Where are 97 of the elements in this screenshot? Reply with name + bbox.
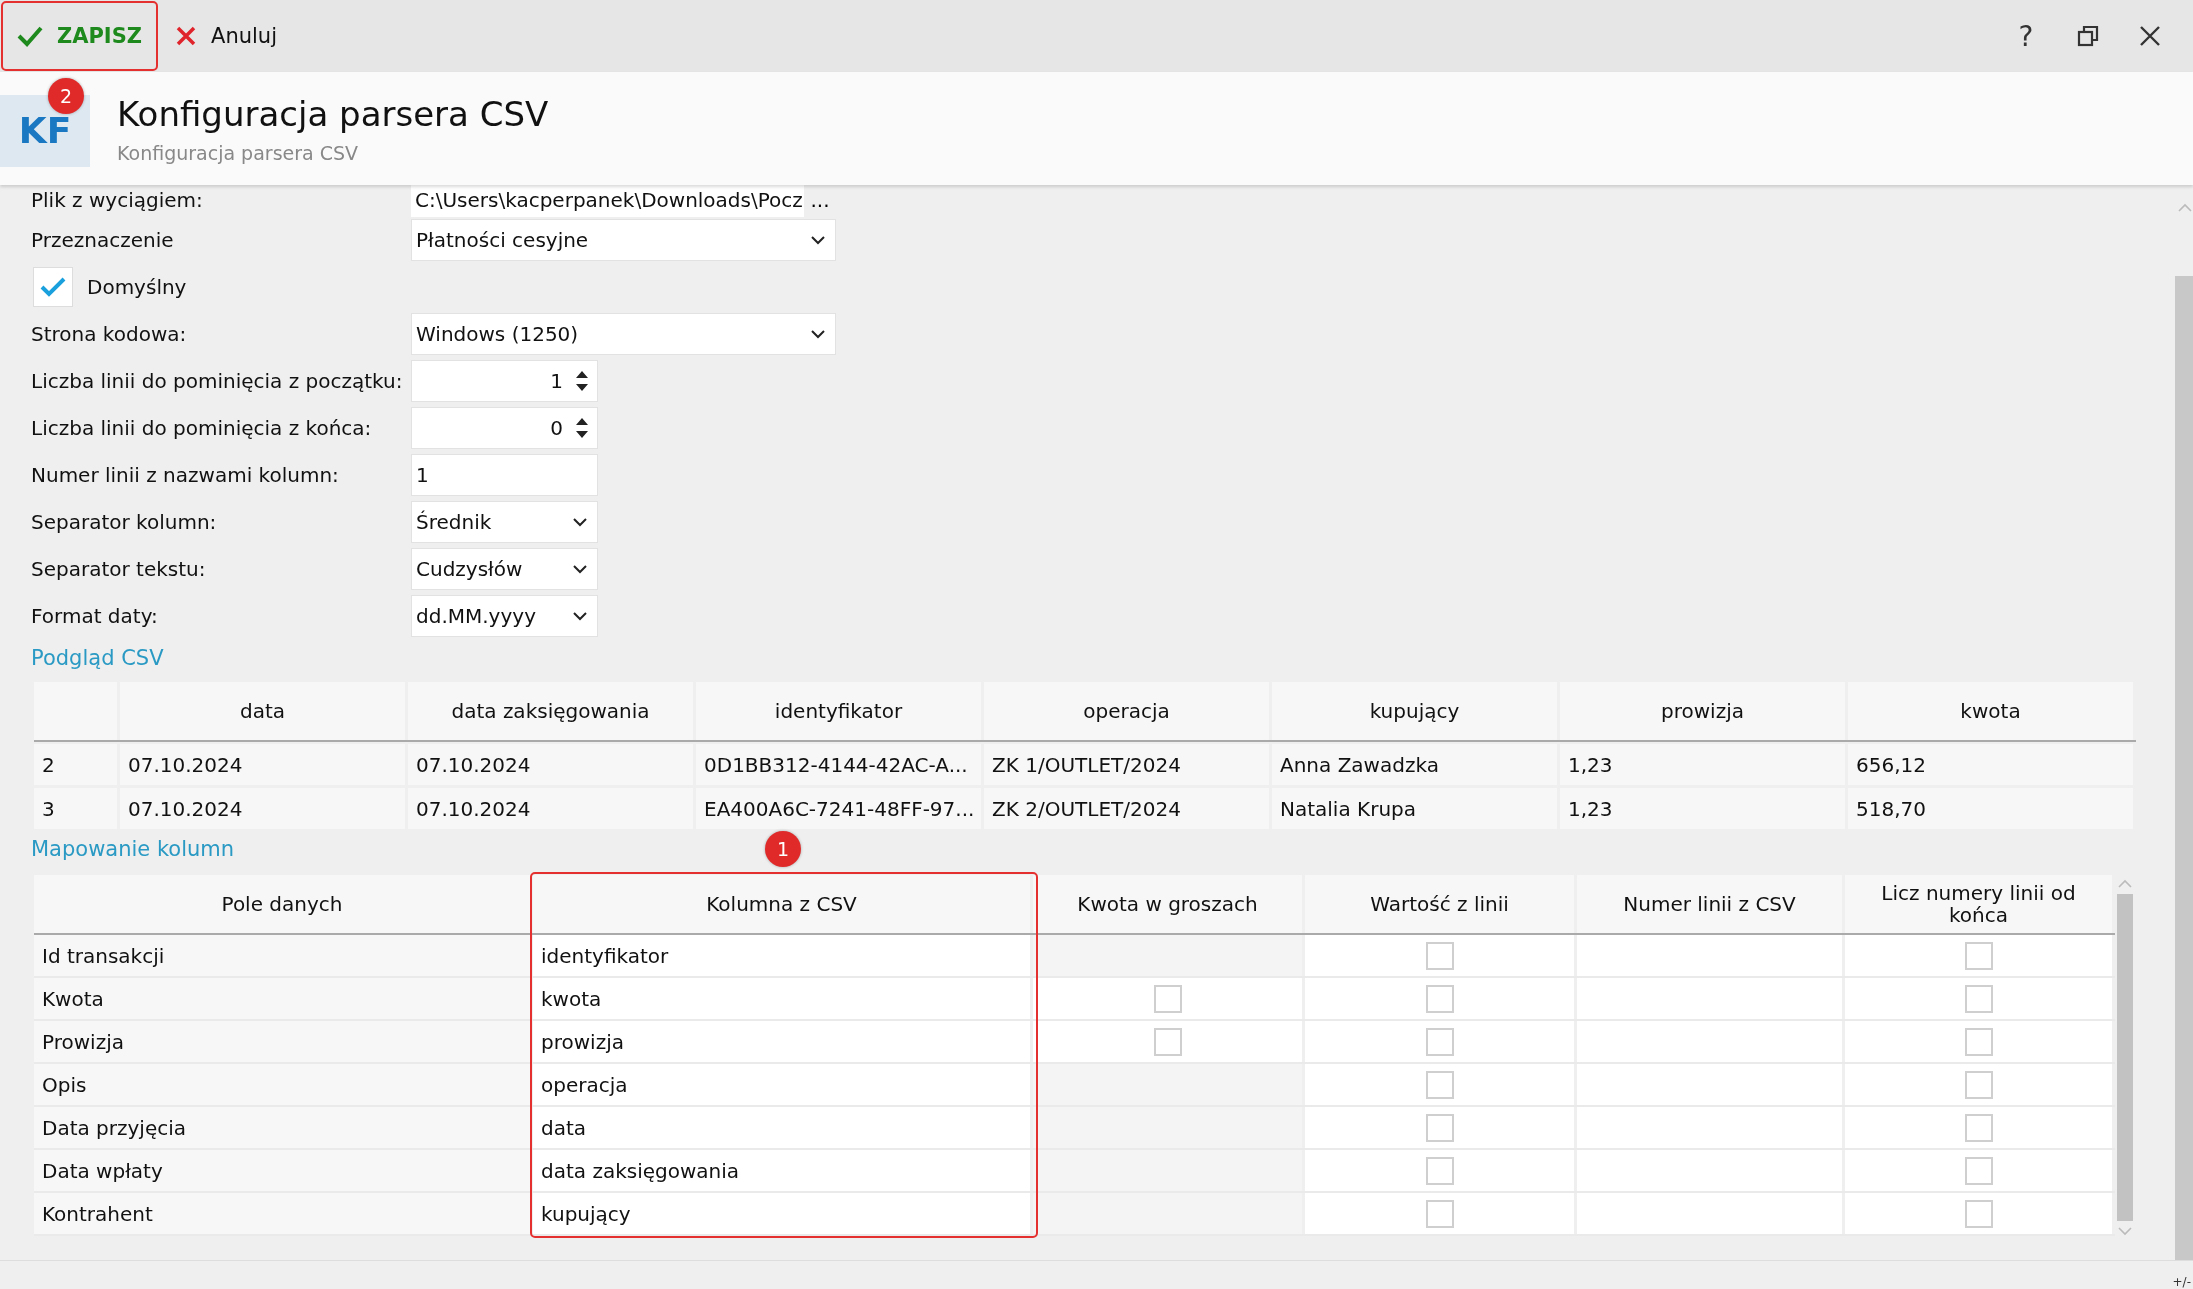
table-cell: 07.10.2024	[120, 744, 405, 785]
checkbox[interactable]	[1425, 1027, 1454, 1056]
checkbox[interactable]	[1964, 1199, 1993, 1228]
chevron-down-icon	[573, 517, 587, 527]
table-cell[interactable]: identyfikator	[533, 935, 1033, 976]
field-label: Domyślny	[87, 275, 187, 299]
close-icon	[175, 25, 198, 47]
table-cell[interactable]: data	[533, 1107, 1033, 1148]
number-spinner[interactable]: 0	[411, 407, 598, 449]
table-cell: 1,23	[1560, 788, 1845, 829]
field-label: Liczba linii do pominięcia z początku:	[31, 369, 404, 393]
checkmark-icon	[17, 25, 43, 47]
table-cell: 518,70	[1848, 788, 2133, 829]
table-cell: Prowizja	[34, 1021, 533, 1062]
table-cell[interactable]: data zaksięgowania	[533, 1150, 1033, 1191]
scrollbar-thumb[interactable]	[2117, 894, 2133, 1221]
checkbox[interactable]	[1425, 984, 1454, 1013]
step-badge: 1	[765, 831, 801, 867]
table-cell[interactable]: prowizja	[533, 1021, 1033, 1062]
checkbox[interactable]	[1425, 1156, 1454, 1185]
column-header[interactable]: prowizja	[1560, 682, 1845, 740]
field-label: Liczba linii do pominięcia z końca:	[31, 416, 373, 440]
table-cell: Data wpłaty	[34, 1150, 533, 1191]
save-button[interactable]: ZAPISZ	[1, 1, 159, 71]
number-spinner[interactable]: 1	[411, 360, 598, 402]
column-header[interactable]: data	[120, 682, 405, 740]
field-label: Numer linii z nazwami kolumn:	[31, 463, 340, 487]
table-cell: EA400A6C-7241-48FF-97...	[696, 788, 981, 829]
table-cell: 0D1BB312-4144-42AC-A...	[696, 744, 981, 785]
table-cell: Natalia Krupa	[1272, 788, 1557, 829]
checkbox[interactable]	[1425, 941, 1454, 970]
checkbox[interactable]	[1425, 1070, 1454, 1099]
table-cell: Kwota	[34, 978, 533, 1019]
row-number: 2	[34, 744, 117, 785]
page-title: Konfiguracja parsera CSV	[117, 93, 549, 134]
checkbox[interactable]	[1964, 941, 1993, 970]
chevron-up-icon[interactable]	[2118, 879, 2132, 888]
table-cell: Id transakcji	[34, 935, 533, 976]
table-cell[interactable]: operacja	[533, 1064, 1033, 1105]
chevron-up-icon[interactable]	[2178, 203, 2192, 212]
page-subtitle: Konfiguracja parsera CSV	[117, 141, 360, 164]
chevron-down-icon[interactable]	[2118, 1227, 2132, 1236]
dropdown[interactable]: Windows (1250)	[411, 313, 836, 355]
checkbox[interactable]	[1964, 984, 1993, 1013]
field-label: Format daty:	[31, 604, 159, 628]
resize-label: +/-	[2172, 1275, 2192, 1289]
file-path-field[interactable]: C:\Users\kacperpanek\Downloads\Pocz	[411, 183, 804, 217]
table-cell[interactable]: kupujący	[533, 1193, 1033, 1234]
table-cell: 1,23	[1560, 744, 1845, 785]
field-label: Przeznaczenie	[31, 228, 175, 252]
help-button[interactable]: ?	[1995, 6, 2057, 66]
checkbox[interactable]	[1153, 984, 1182, 1013]
field-label: Separator tekstu:	[31, 557, 207, 581]
checkbox[interactable]	[1153, 1027, 1182, 1056]
restore-icon	[2077, 25, 2099, 47]
close-icon	[2139, 25, 2161, 47]
table-cell: 07.10.2024	[120, 788, 405, 829]
checkbox[interactable]	[33, 267, 73, 307]
checkbox[interactable]	[1964, 1027, 1993, 1056]
table-cell: Anna Zawadzka	[1272, 744, 1557, 785]
column-header[interactable]: data zaksięgowania	[408, 682, 693, 740]
dropdown[interactable]: Płatności cesyjne	[411, 219, 836, 261]
table-cell: Opis	[34, 1064, 533, 1105]
column-header[interactable]: kwota	[1848, 682, 2133, 740]
checkmark-icon	[40, 276, 66, 298]
input-field[interactable]: 1	[411, 454, 598, 496]
field-label: Strona kodowa:	[31, 322, 188, 346]
checkbox[interactable]	[1425, 1199, 1454, 1228]
chevron-down-icon	[573, 564, 587, 574]
dropdown[interactable]: dd.MM.yyyy	[411, 595, 598, 637]
browse-button[interactable]: ...	[804, 188, 836, 212]
table-cell[interactable]: kwota	[533, 978, 1033, 1019]
table-cell: Data przyjęcia	[34, 1107, 533, 1148]
table-cell: 07.10.2024	[408, 788, 693, 829]
checkbox[interactable]	[1425, 1113, 1454, 1142]
field-label: Plik z wyciągiem:	[31, 188, 204, 212]
column-header[interactable]: kupujący	[1272, 682, 1557, 740]
cancel-button[interactable]: Anuluj	[159, 1, 293, 71]
table-cell: 07.10.2024	[408, 744, 693, 785]
table-cell: Kontrahent	[34, 1193, 533, 1234]
step-badge: 2	[48, 78, 84, 114]
checkbox[interactable]	[1964, 1113, 1993, 1142]
chevron-down-icon	[573, 611, 587, 621]
column-header[interactable]: operacja	[984, 682, 1269, 740]
column-header[interactable]: identyfikator	[696, 682, 981, 740]
dropdown[interactable]: Cudzysłów	[411, 548, 598, 590]
table-cell: ZK 2/OUTLET/2024	[984, 788, 1269, 829]
table-cell: 656,12	[1848, 744, 2133, 785]
checkbox[interactable]	[1964, 1156, 1993, 1185]
chevron-down-icon	[811, 235, 825, 245]
row-number: 3	[34, 788, 117, 829]
chevron-down-icon	[811, 329, 825, 339]
dropdown[interactable]: Średnik	[411, 501, 598, 543]
table-cell: ZK 1/OUTLET/2024	[984, 744, 1269, 785]
checkbox[interactable]	[1964, 1070, 1993, 1099]
table-cell[interactable]	[1577, 935, 1845, 976]
field-label: Separator kolumn:	[31, 510, 218, 534]
